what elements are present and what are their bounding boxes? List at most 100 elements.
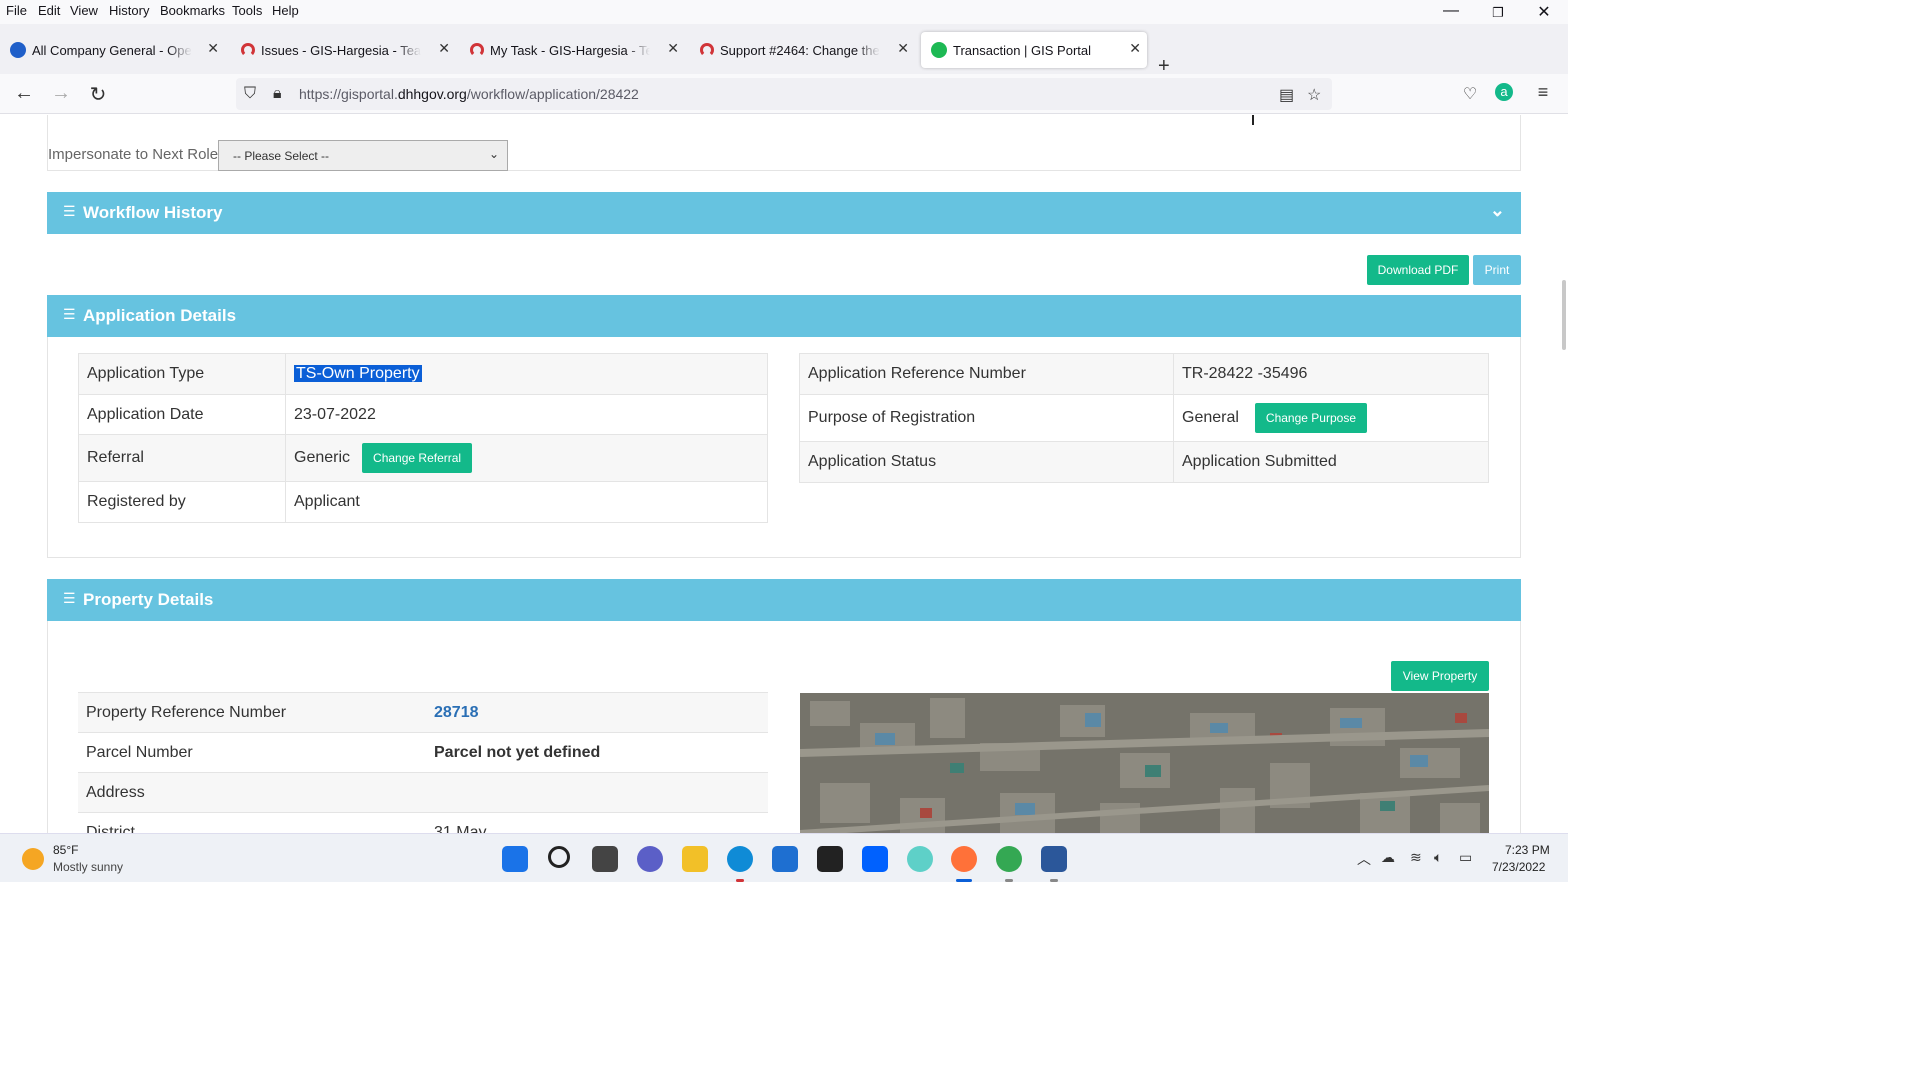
shield-icon[interactable]: ⛉	[244, 85, 256, 103]
parcel-number-value: Parcel not yet defined	[426, 732, 768, 773]
menu-bar: File Edit View History Bookmarks Tools H…	[0, 0, 1568, 24]
redmine-favicon-icon	[241, 43, 255, 57]
chevron-down-icon[interactable]: ⌄	[1490, 200, 1505, 221]
bookmark-star-icon[interactable]: ☆	[1307, 85, 1321, 105]
tab-my-task[interactable]: My Task - GIS-Hargesia - Teams ✕	[460, 32, 685, 68]
hamburger-menu-icon[interactable]: ≡	[1531, 82, 1555, 103]
list-icon: ☰	[63, 203, 76, 219]
back-arrow-icon[interactable]: ←	[12, 82, 36, 105]
tab-issues[interactable]: Issues - GIS-Hargesia - Teams Portal ✕	[231, 32, 456, 68]
teams-chat-icon[interactable]	[637, 846, 663, 872]
list-icon: ☰	[63, 306, 76, 322]
property-satellite-map[interactable]	[800, 693, 1489, 833]
start-icon[interactable]	[502, 846, 528, 872]
app-reference-number-value: TR-28422 -35496	[1173, 353, 1489, 395]
clock-date[interactable]: 7/23/2022	[1492, 860, 1545, 874]
tab-transaction[interactable]: Transaction | GIS Portal ✕	[921, 32, 1147, 68]
close-tab-icon[interactable]: ✕	[1129, 40, 1141, 57]
close-window-button[interactable]: ✕	[1521, 2, 1567, 22]
address-label: Address	[78, 772, 426, 813]
weather-description[interactable]: Mostly sunny	[53, 860, 123, 874]
registered-by-value: Applicant	[285, 481, 768, 523]
purpose-label: Purpose of Registration	[799, 394, 1174, 442]
running-indicator	[736, 879, 744, 882]
speaker-icon[interactable]: 🔈︎	[1434, 849, 1442, 866]
parcel-number-label: Parcel Number	[78, 732, 426, 773]
page-scrollbar[interactable]	[1562, 280, 1566, 350]
application-details-left-table: Application Type TS-Own Property Applica…	[78, 353, 768, 523]
address-bar[interactable]: ⛉ 🔒︎ https://gisportal.dhhgov.org/workfl…	[236, 78, 1332, 110]
view-property-button[interactable]: View Property	[1391, 661, 1489, 691]
chevron-up-icon[interactable]: ︿	[1357, 849, 1371, 869]
application-date-label: Application Date	[78, 394, 286, 435]
table-row: Referral Generic Change Referral	[78, 434, 768, 482]
weather-sun-icon[interactable]	[22, 848, 44, 870]
reload-icon[interactable]: ↻	[86, 82, 110, 107]
application-type-label: Application Type	[78, 353, 286, 395]
onedrive-cloud-icon[interactable]: ☁	[1381, 849, 1395, 866]
workflow-history-header[interactable]: ☰ Workflow History ⌄	[47, 192, 1521, 234]
close-tab-icon[interactable]: ✕	[438, 40, 450, 57]
menu-edit[interactable]: Edit	[38, 3, 60, 18]
edge-icon[interactable]	[727, 846, 753, 872]
registered-by-label: Registered by	[78, 481, 286, 523]
print-button[interactable]: Print	[1473, 255, 1521, 285]
forward-arrow-icon[interactable]: →	[49, 82, 73, 105]
referral-value: Generic	[294, 449, 351, 467]
store-icon[interactable]	[772, 846, 798, 872]
minimize-button[interactable]: —	[1428, 2, 1474, 20]
district-value: 31 May	[426, 812, 768, 833]
menu-history[interactable]: History	[109, 3, 149, 18]
close-tab-icon[interactable]: ✕	[897, 40, 909, 57]
url-text[interactable]: https://gisportal.dhhgov.org/workflow/ap…	[299, 86, 639, 102]
table-row: Purpose of Registration General Change Pu…	[799, 394, 1489, 442]
reader-view-icon[interactable]: ▤	[1279, 85, 1294, 105]
application-details-right-table: Application Reference Number TR-28422 -3…	[799, 353, 1489, 483]
download-pdf-button[interactable]: Download PDF	[1367, 255, 1469, 285]
menu-bookmarks[interactable]: Bookmarks	[160, 3, 225, 18]
application-type-value: TS-Own Property	[294, 365, 422, 382]
change-purpose-button[interactable]: Change Purpose	[1254, 403, 1367, 433]
list-icon: ☰	[63, 590, 76, 606]
battery-icon[interactable]: ▭	[1459, 849, 1472, 866]
mail-icon[interactable]	[907, 846, 933, 872]
impersonate-role-select[interactable]: -- Please Select -- ⌄	[218, 140, 508, 171]
tab-support-2464[interactable]: Support #2464: Change the application ✕	[690, 32, 915, 68]
task-view-icon[interactable]	[592, 846, 618, 872]
tab-company-general[interactable]: All Company General - Operations ✕	[0, 32, 225, 68]
firefox-icon[interactable]	[951, 846, 977, 872]
application-status-label: Application Status	[799, 441, 1174, 483]
close-tab-icon[interactable]: ✕	[207, 40, 219, 57]
pocket-icon[interactable]: ♡	[1458, 84, 1482, 104]
word-icon[interactable]	[1041, 846, 1067, 872]
menu-view[interactable]: View	[70, 3, 98, 18]
weather-temperature[interactable]: 85°F	[53, 843, 78, 857]
restore-button[interactable]: ❐	[1475, 5, 1521, 21]
chrome-icon[interactable]	[996, 846, 1022, 872]
district-label: District	[78, 812, 426, 833]
purpose-value: General	[1182, 409, 1239, 427]
page-content: Impersonate to Next Role -- Please Selec…	[0, 115, 1568, 833]
address-value	[426, 772, 768, 813]
property-reference-link[interactable]: 28718	[434, 704, 479, 721]
file-explorer-icon[interactable]	[682, 846, 708, 872]
change-referral-button[interactable]: Change Referral	[362, 443, 473, 473]
running-indicator	[956, 879, 972, 882]
clock-time[interactable]: 7:23 PM	[1505, 843, 1550, 857]
search-icon[interactable]	[548, 846, 570, 868]
menu-file[interactable]: File	[6, 3, 27, 18]
table-row: Registered by Applicant	[78, 481, 768, 523]
application-date-value: 23-07-2022	[285, 394, 768, 435]
menu-tools[interactable]: Tools	[232, 3, 262, 18]
wifi-icon[interactable]: ≋	[1410, 849, 1422, 866]
amazon-icon[interactable]	[817, 846, 843, 872]
table-row: Application Type TS-Own Property	[78, 353, 768, 395]
impersonate-label: Impersonate to Next Role	[48, 146, 219, 163]
table-row: Application Status Application Submitted	[799, 441, 1489, 483]
redmine-favicon-icon	[470, 43, 484, 57]
dropbox-icon[interactable]	[862, 846, 888, 872]
menu-help[interactable]: Help	[272, 3, 299, 18]
account-icon[interactable]: a	[1495, 83, 1513, 101]
lock-icon[interactable]: 🔒︎	[273, 85, 282, 103]
close-tab-icon[interactable]: ✕	[667, 40, 679, 57]
